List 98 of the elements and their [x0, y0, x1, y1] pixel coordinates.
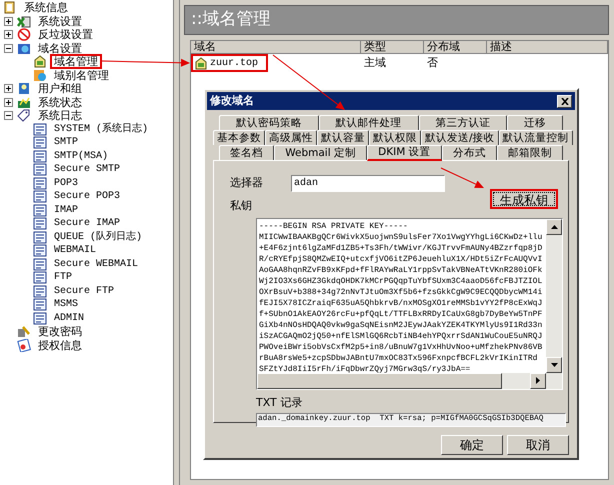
tree-item[interactable]: MSMS: [50, 297, 82, 312]
dialog-button[interactable]: 确定: [441, 435, 503, 455]
right-arrow-icon: [536, 377, 540, 384]
chart-icon: [17, 96, 31, 109]
tab[interactable]: 默认邮件处理: [318, 115, 418, 130]
down-arrow-icon: [550, 362, 558, 366]
arrow: [440, 168, 484, 188]
tree-item[interactable]: QUEUE (队列日志): [50, 230, 146, 245]
tab[interactable]: 分布式: [442, 145, 497, 160]
log-file-icon: [33, 217, 47, 230]
horizontal-scroll-thumb[interactable]: [257, 372, 502, 388]
certificate-icon: [17, 338, 31, 352]
log-file-icon: [33, 258, 47, 271]
expand-icon[interactable]: [4, 16, 13, 26]
private-key-label: 私钥: [230, 198, 252, 214]
tab[interactable]: DKIM 设置: [367, 145, 442, 161]
tab[interactable]: 邮箱限制: [496, 145, 563, 160]
tree-item[interactable]: 授权信息: [34, 338, 86, 353]
tab[interactable]: 默认流量控制: [498, 130, 573, 145]
column-header[interactable]: 描述: [487, 41, 608, 54]
tab[interactable]: 默认容量: [317, 130, 369, 145]
expand-icon[interactable]: [4, 98, 13, 107]
scroll-up-button[interactable]: [546, 218, 562, 234]
domain-row-item[interactable]: zuur.top: [191, 54, 268, 72]
mailbox-icon: [194, 56, 208, 70]
column-header[interactable]: 分布域: [424, 41, 487, 54]
log-file-icon: [33, 312, 47, 325]
log-file-icon: [33, 122, 47, 136]
table-cell-text: 主域: [363, 54, 387, 71]
page-title: ::域名管理: [191, 8, 270, 32]
tree-item[interactable]: Secure FTP: [50, 284, 118, 299]
scroll-down-button[interactable]: [546, 356, 562, 372]
collapse-icon[interactable]: [4, 111, 13, 120]
vertical-scrollbar[interactable]: [546, 218, 562, 372]
mailbox-icon: [33, 55, 47, 68]
column-header[interactable]: 类型: [361, 41, 424, 54]
tree-item[interactable]: ADMIN: [50, 310, 88, 326]
tree-item[interactable]: Secure IMAP: [50, 216, 124, 232]
table-cell-text: 否: [426, 54, 439, 71]
tree-item[interactable]: 系统信息: [20, 0, 72, 16]
tab[interactable]: 默认发送/接收: [421, 130, 499, 145]
tree-item[interactable]: 更改密码: [34, 324, 86, 340]
tree-item[interactable]: 域别名管理: [50, 68, 113, 83]
close-icon: [560, 98, 568, 104]
up-arrow-icon: [550, 224, 558, 228]
log-file-icon: [33, 230, 47, 244]
txt-record-label: TXT 记录: [256, 394, 304, 410]
close-button[interactable]: [557, 94, 572, 108]
tree-item[interactable]: 系统状态: [34, 94, 86, 110]
log-file-icon: [33, 190, 47, 204]
prohibited-icon: [17, 28, 31, 42]
tree-item[interactable]: 反垃圾设置: [34, 27, 97, 42]
log-file-icon: [33, 284, 47, 298]
selector-label: 选择器: [230, 175, 264, 192]
log-file-icon: [33, 163, 47, 176]
private-key-area[interactable]: [256, 218, 563, 390]
log-file-icon: [33, 244, 47, 258]
tab[interactable]: 默认密码策略: [219, 115, 319, 130]
tree-item[interactable]: FTP: [50, 270, 76, 286]
tab[interactable]: 高级属性: [265, 130, 317, 145]
dialog-button[interactable]: 取消: [507, 435, 569, 455]
tab[interactable]: 默认权限: [369, 130, 421, 145]
tree-item[interactable]: SYSTEM (系统日志): [50, 122, 152, 137]
tree-item[interactable]: SMTP(MSA): [50, 148, 112, 164]
tree-item[interactable]: IMAP: [50, 202, 82, 218]
tree-item[interactable]: Secure WEBMAIL: [50, 256, 142, 272]
tree-item[interactable]: SMTP: [50, 135, 82, 150]
tree-item[interactable]: 系统设置: [34, 14, 86, 29]
tab[interactable]: 第三方认证: [418, 115, 508, 130]
expand-icon[interactable]: [4, 84, 13, 94]
log-file-icon: [33, 298, 47, 312]
log-file-icon: [33, 150, 47, 163]
tree-item[interactable]: 域名设置: [34, 40, 86, 56]
log-file-icon: [33, 271, 47, 284]
tab[interactable]: 签名档: [219, 145, 274, 160]
tree-item[interactable]: Secure SMTP: [50, 162, 124, 178]
tab[interactable]: Webmail 定制: [274, 145, 368, 160]
tag-icon: [17, 109, 31, 122]
tree-item[interactable]: 用户和组: [34, 81, 86, 96]
expand-icon[interactable]: [4, 30, 13, 40]
collapse-icon[interactable]: [4, 44, 13, 53]
private-key-text: -----BEGIN RSA PRIVATE KEY----- MIICWwIBAAKBgQCr6WivkX5uojwnS9ulsFer7Xo1VwgYYhgLi6CKwDz+llu +E4F6zjnt6lgZaMFd1ZB5+Ts3Fh/tWWivr/KGJTrvvFmAUNy4BZzrfqp8jD R/cRYEfpjS8QMZwEIQ+utcxfjVO6itZP6JeuehluX1X/HDt5iZrFcAUQVvI AoGAA8hqnRZvFB9xKFpd+fFlRAYwRaLY1rppSvTakVBNeATtVKnR280iOFk Wj2IO3Xs6GHZ3GkdqOHDK7kMCrPGQqpTuYbfSUxm3C4aaoD56fcFBJTZIOL OXrBsuV+b388+34g72nNvTJtuOm3Xf5b6+fzsGkkCgW9C9ECQQDbycWM14i fEJI5X78ICZraiqF635uA5QhbkrvB/nxMOSgXO1reMMSb1vYY2fP8cExWqJ f+SUbnO1AkEAOY26rcFu+pfQqLt/TTFLBxRRDyICaUxG8gb7DyBeYw5TnPF GiXb4nNOsHDQAQ0vkw9gaSqNEisnM2JEywJAakYZEK4TKYMlyUs9I1Rd33n iSzACGAQmO2jQ50+nfElSMlGQ6RcbTiNB4ehYPQxrrSdAN1WuCouE5uNRQJ PWOveiBWri5obVsCxfM2p5+in8/uBnuW7g1VxHhUvNoo+uMfzhekPNv86VB rBuA8rsWe5+zcpSDbwJABntU7mxOC83Tx596FxnpcfBCFL2kVrIKinITRd SFZtYJd8IiI5rFh/iFqDbwrZQyj7MGrw3qS/ry3JbA==: [258, 220, 544, 372]
selector-field[interactable]: adan: [291, 175, 445, 192]
tab[interactable]: 基本参数: [213, 130, 265, 145]
generate-key-button[interactable]: 生成私钥: [490, 189, 558, 209]
scrollbar[interactable]: [173, 0, 179, 485]
tree-item[interactable]: 域名管理: [50, 54, 102, 70]
scroll-right-button[interactable]: [530, 372, 546, 388]
log-file-icon: [33, 204, 47, 217]
column-header[interactable]: 域名: [191, 41, 361, 54]
tab[interactable]: 迁移: [507, 115, 563, 130]
tree-item[interactable]: 系统日志: [34, 108, 86, 124]
tree-item[interactable]: WEBMAIL: [50, 243, 100, 258]
tree-item[interactable]: POP3: [50, 176, 82, 191]
dialog-title: 修改域名: [210, 92, 254, 109]
tree-item[interactable]: Secure POP3: [50, 189, 124, 204]
log-file-icon: [33, 136, 47, 150]
log-file-icon: [33, 176, 47, 190]
